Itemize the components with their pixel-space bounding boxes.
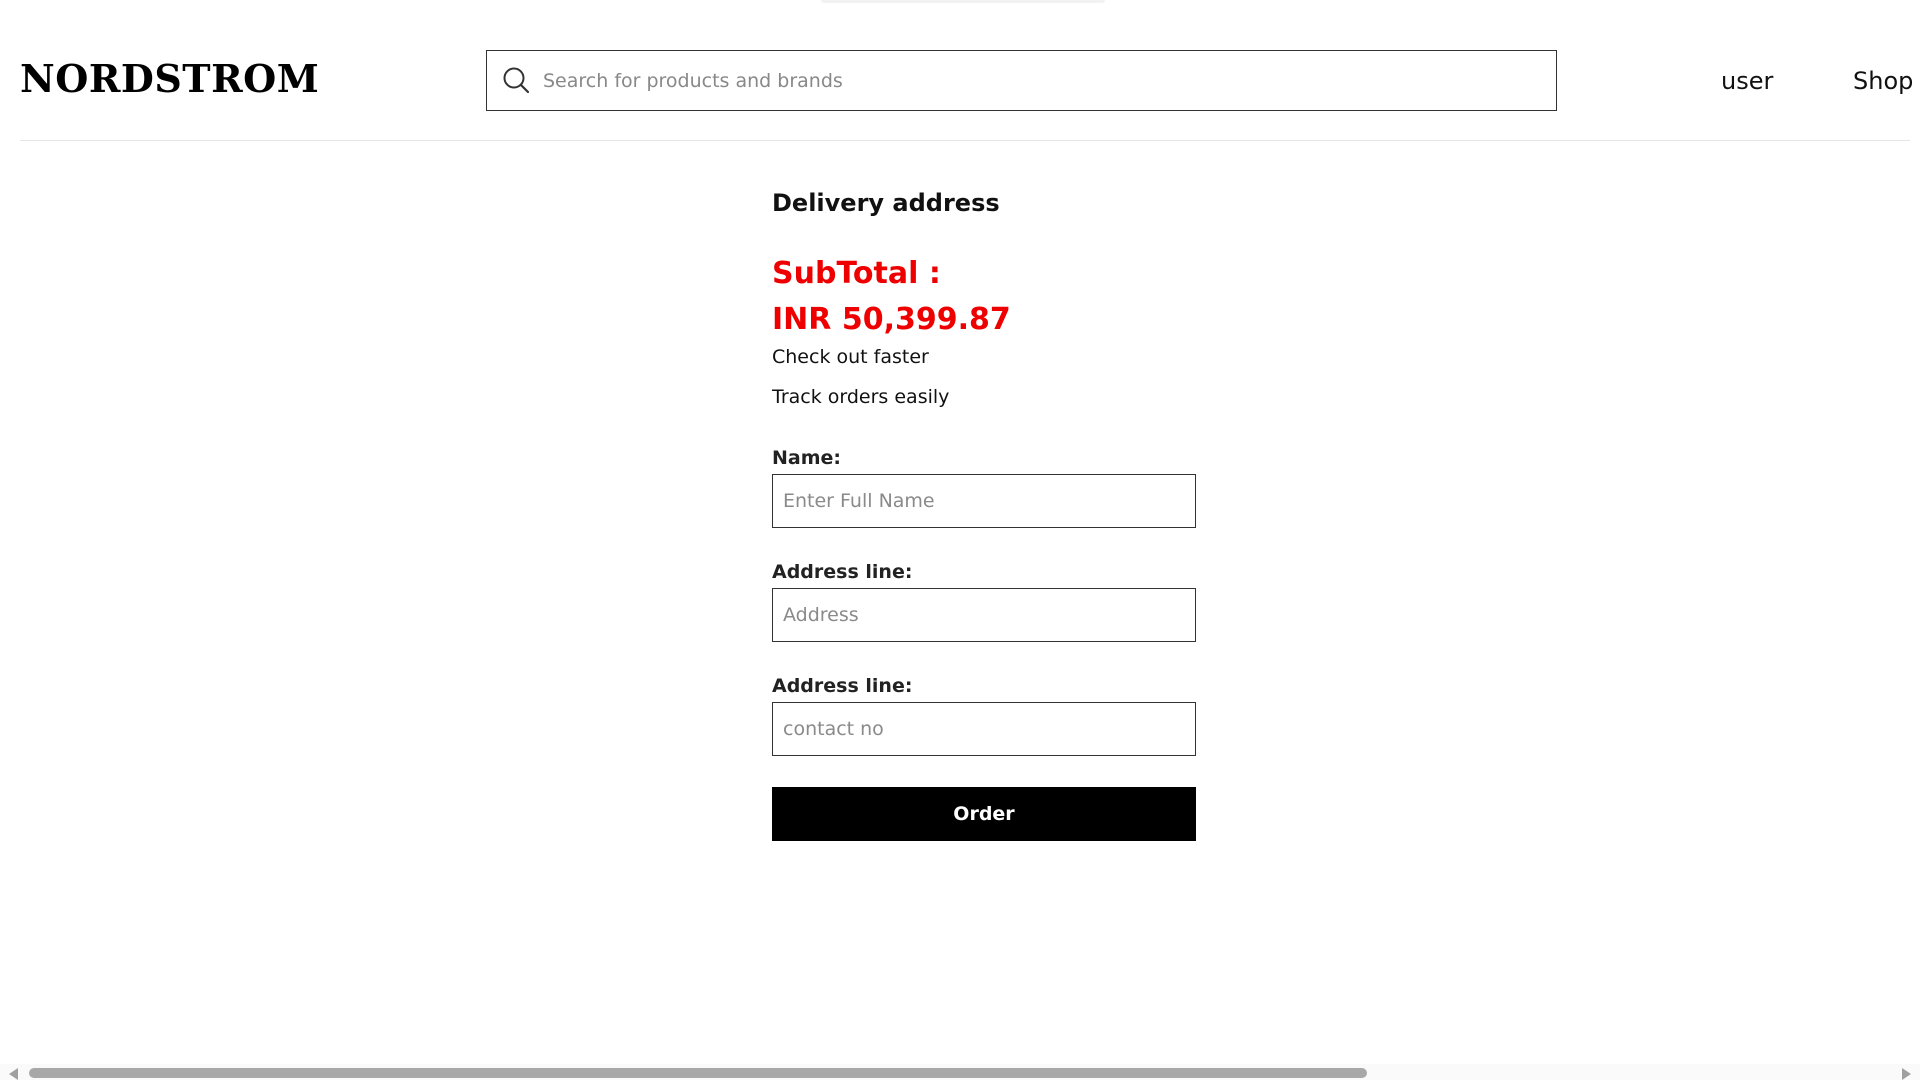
name-label: Name: [772,447,842,469]
header-divider [20,140,1910,141]
search-icon[interactable] [501,65,533,97]
search-bar[interactable] [486,50,1557,111]
page: NORDSTROM user Shop Delivery address Sub… [0,0,1920,1080]
perk-checkout-faster: Check out faster [772,346,929,368]
checkout-form: Delivery address SubTotal : INR 50,399.8… [772,182,1202,841]
search-input[interactable] [543,69,1523,92]
scrollbar-thumb[interactable] [29,1068,1367,1078]
nav-shop-link[interactable]: Shop [1853,66,1913,96]
subtotal-value: INR 50,399.87 [772,302,1011,337]
brand-logo[interactable]: NORDSTROM [20,54,319,104]
scroll-right-arrow-icon[interactable] [1902,1068,1911,1080]
name-input[interactable] [772,474,1196,528]
page-title: Delivery address [772,189,1000,217]
subtotal-label: SubTotal : [772,256,941,291]
nav-user-link[interactable]: user [1721,66,1773,96]
order-button[interactable]: Order [772,787,1196,841]
contact-input[interactable] [772,702,1196,756]
scroll-left-arrow-icon[interactable] [9,1068,18,1080]
address-label: Address line: [772,561,913,583]
address-input[interactable] [772,588,1196,642]
contact-label: Address line: [772,675,913,697]
horizontal-scrollbar[interactable] [0,1064,1920,1080]
top-edge-sliver [821,0,1105,3]
site-header: NORDSTROM user Shop [0,0,1920,142]
perk-track-orders: Track orders easily [772,386,950,408]
